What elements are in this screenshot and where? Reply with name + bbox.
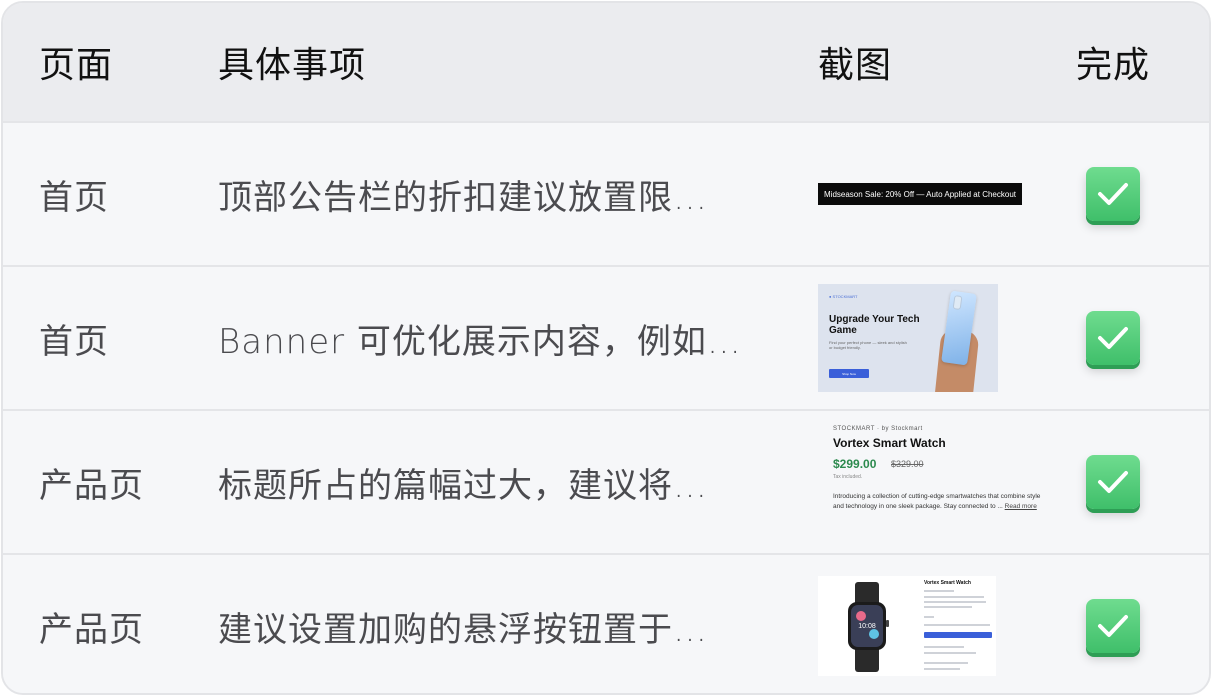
banner-brand: ● STOCKMART	[829, 294, 858, 299]
product-price: $299.00	[833, 457, 877, 471]
header-item: 具体事项	[218, 45, 367, 86]
table-header: 页面 具体事项 截图 完成	[3, 3, 1209, 121]
checkmark-icon	[1098, 471, 1128, 493]
item-cell[interactable]: Banner 可优化展示内容，例如…	[218, 314, 742, 363]
banner-button: Shop Now	[829, 369, 869, 378]
table-row: 首页 顶部公告栏的折扣建议放置限… Midseason Sale: 20% Of…	[3, 121, 1209, 265]
item-cell[interactable]: 标题所占的篇幅过大，建议将…	[218, 458, 708, 507]
done-checkbox[interactable]	[1086, 311, 1140, 365]
screenshot-thumbnail[interactable]: STOCKMART · by Stockmart Vortex Smart Wa…	[816, 411, 1046, 553]
product-old-price: $329.00	[891, 459, 924, 469]
checkmark-icon	[1098, 327, 1128, 349]
store-label: STOCKMART · by Stockmart	[833, 426, 923, 432]
product-info-preview: STOCKMART · by Stockmart Vortex Smart Wa…	[818, 422, 1044, 542]
watch-time: 10:08	[858, 623, 876, 630]
header-screenshot: 截图	[818, 45, 893, 86]
checkmark-icon	[1098, 183, 1128, 205]
banner-subtitle: Find your perfect phone — sleek and styl…	[829, 340, 907, 350]
hero-banner-preview: ● STOCKMART Upgrade Your Tech Game Find …	[818, 284, 998, 392]
item-cell[interactable]: 建议设置加购的悬浮按钮置于…	[218, 602, 708, 651]
product-description: Introducing a collection of cutting-edge…	[833, 492, 1045, 512]
add-to-cart-button	[924, 632, 992, 638]
watch-image: 10:08	[818, 576, 916, 676]
page-cell: 产品页	[39, 609, 144, 650]
screenshot-thumbnail[interactable]: Midseason Sale: 20% Off — Auto Applied a…	[816, 123, 1046, 265]
table-row: 产品页 建议设置加购的悬浮按钮置于… 10:08 Vortex Smart Wa…	[3, 553, 1209, 693]
table-row: 首页 Banner 可优化展示内容，例如… ● STOCKMART Upgrad…	[3, 265, 1209, 409]
done-checkbox[interactable]	[1086, 167, 1140, 221]
done-checkbox[interactable]	[1086, 599, 1140, 653]
announcement-bar-preview: Midseason Sale: 20% Off — Auto Applied a…	[818, 183, 1022, 205]
page-cell: 产品页	[39, 465, 144, 506]
product-name: Vortex Smart Watch	[924, 580, 971, 586]
item-cell[interactable]: 顶部公告栏的折扣建议放置限…	[218, 170, 708, 219]
smartwatch-icon: 10:08	[848, 582, 889, 672]
screenshot-thumbnail[interactable]: ● STOCKMART Upgrade Your Tech Game Find …	[816, 267, 1046, 409]
done-checkbox[interactable]	[1086, 455, 1140, 509]
header-page: 页面	[39, 45, 114, 86]
read-more-link: Read more	[1004, 503, 1037, 510]
checkmark-icon	[1098, 615, 1128, 637]
screenshot-thumbnail[interactable]: 10:08 Vortex Smart Watch	[816, 555, 1046, 693]
page-cell: 首页	[39, 177, 109, 218]
table-row: 产品页 标题所占的篇幅过大，建议将… STOCKMART · by Stockm…	[3, 409, 1209, 553]
header-done: 完成	[1076, 45, 1151, 86]
product-name: Vortex Smart Watch	[833, 436, 946, 450]
banner-title: Upgrade Your Tech Game	[829, 314, 920, 336]
product-page-preview: 10:08 Vortex Smart Watch	[818, 576, 996, 676]
tasks-table: 页面 具体事项 截图 完成 首页 顶部公告栏的折扣建议放置限… Midseaso…	[1, 1, 1211, 695]
page-cell: 首页	[39, 321, 109, 362]
tax-note: Tax included.	[833, 474, 863, 480]
